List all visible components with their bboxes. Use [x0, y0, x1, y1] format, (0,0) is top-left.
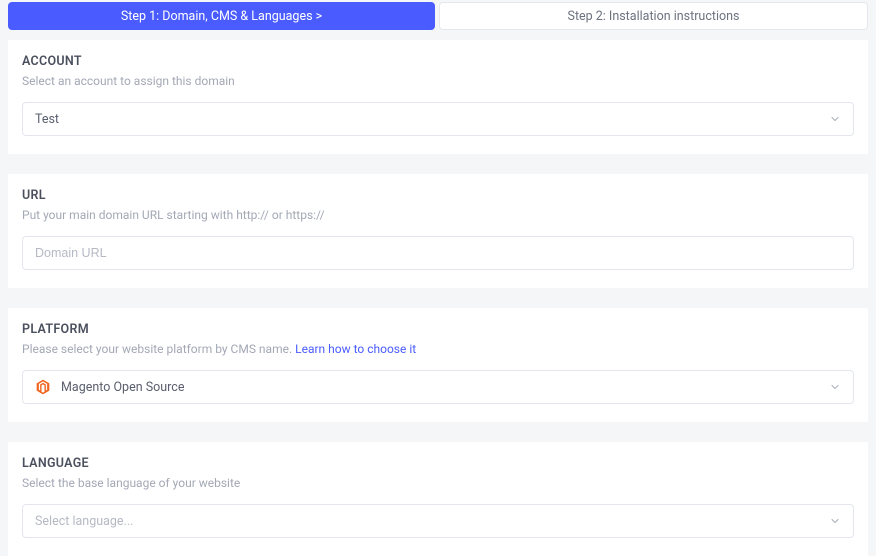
account-subtitle: Select an account to assign this domain: [22, 74, 854, 88]
account-title: ACCOUNT: [22, 54, 854, 69]
platform-subtitle-text: Please select your website platform by C…: [22, 342, 295, 356]
chevron-down-icon: [829, 113, 841, 125]
wizard-tabs: Step 1: Domain, CMS & Languages > Step 2…: [0, 2, 876, 30]
learn-how-link[interactable]: Learn how to choose it: [295, 342, 416, 356]
section-platform: PLATFORM Please select your website plat…: [8, 308, 868, 422]
chevron-down-icon: [829, 515, 841, 527]
language-select-placeholder: Select language...: [35, 514, 133, 529]
platform-select-value: Magento Open Source: [61, 380, 184, 395]
account-select[interactable]: Test: [22, 102, 854, 136]
tab-step-1[interactable]: Step 1: Domain, CMS & Languages >: [8, 2, 435, 30]
section-language: LANGUAGE Select the base language of you…: [8, 442, 868, 556]
magento-icon: [35, 379, 51, 395]
language-select[interactable]: Select language...: [22, 504, 854, 538]
tab-step-2[interactable]: Step 2: Installation instructions: [439, 2, 868, 30]
account-select-value: Test: [35, 112, 59, 127]
url-input-wrapper: [22, 236, 854, 270]
section-account: ACCOUNT Select an account to assign this…: [8, 40, 868, 154]
platform-select[interactable]: Magento Open Source: [22, 370, 854, 404]
platform-subtitle: Please select your website platform by C…: [22, 342, 854, 356]
language-title: LANGUAGE: [22, 456, 854, 471]
url-title: URL: [22, 188, 854, 203]
chevron-down-icon: [829, 381, 841, 393]
url-subtitle: Put your main domain URL starting with h…: [22, 208, 854, 222]
domain-url-input[interactable]: [35, 246, 841, 260]
platform-title: PLATFORM: [22, 322, 854, 337]
language-subtitle: Select the base language of your website: [22, 476, 854, 490]
section-url: URL Put your main domain URL starting wi…: [8, 174, 868, 288]
